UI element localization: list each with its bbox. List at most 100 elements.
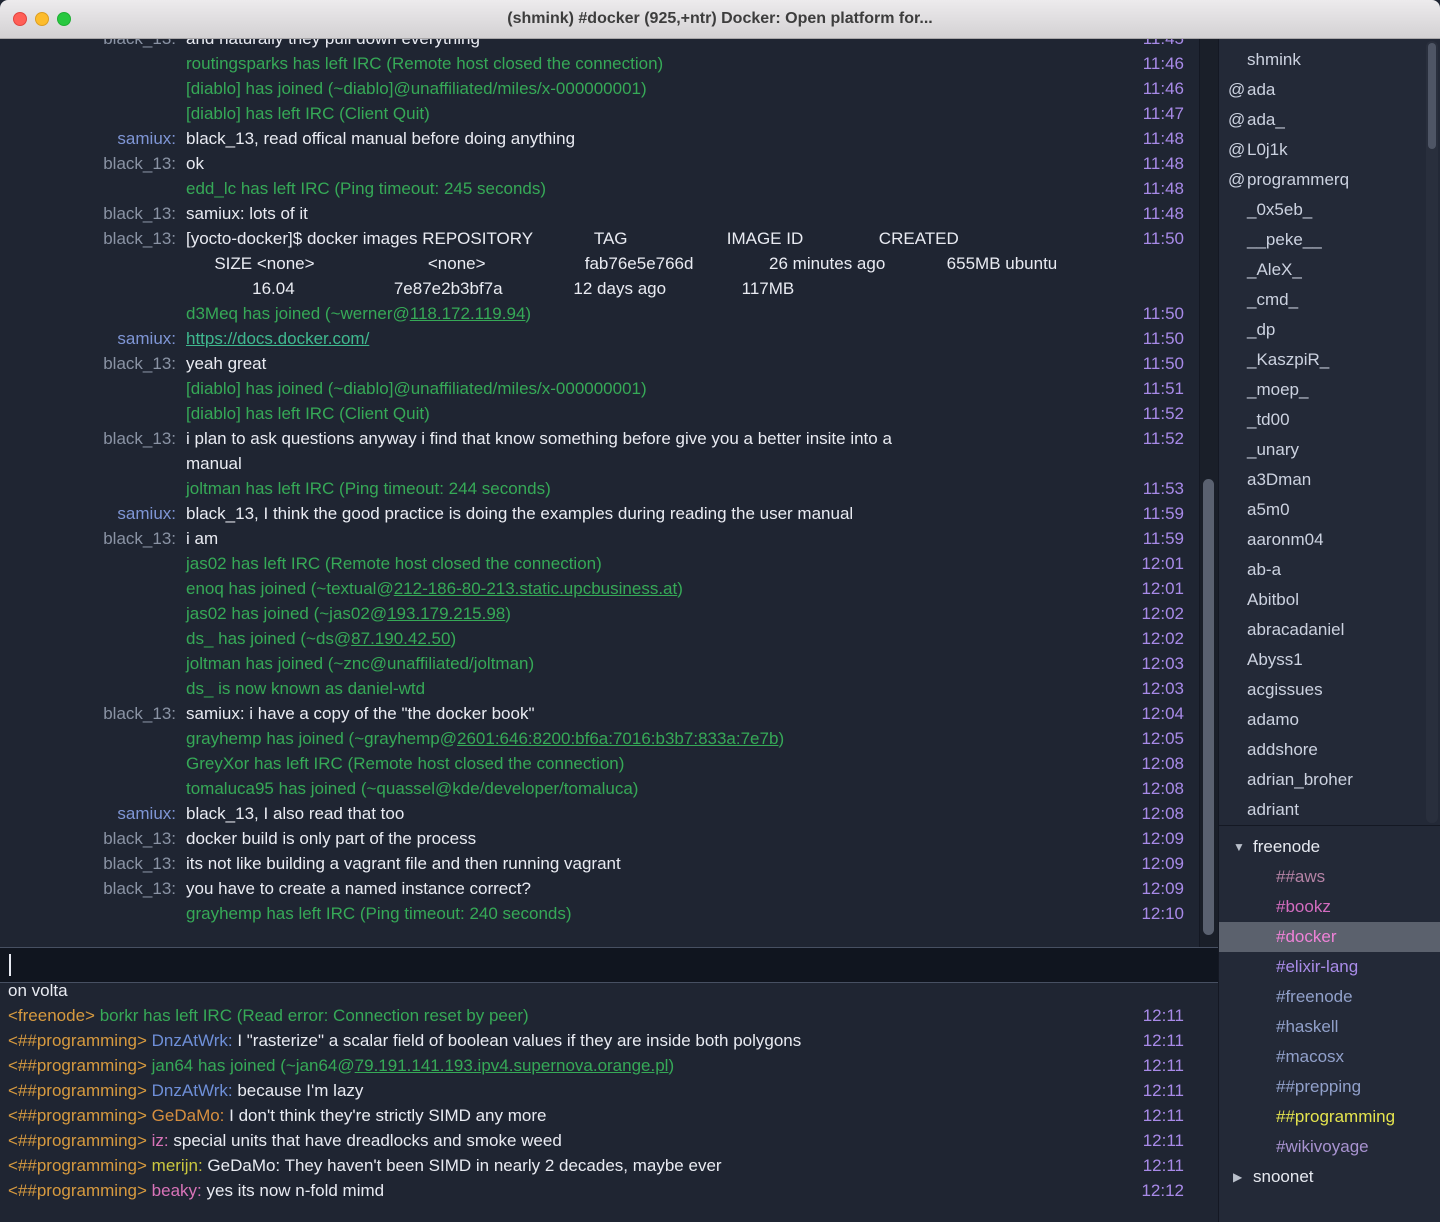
chat-log[interactable]: black_13:and naturally they pull down ev… [0, 39, 1218, 947]
minimize-button[interactable] [35, 12, 49, 26]
chat-nick[interactable]: black_13: [0, 701, 186, 726]
chat-nick[interactable]: samiux: [0, 801, 186, 826]
nick-list-item[interactable]: _KaszpiR_ [1219, 345, 1440, 375]
window-titlebar[interactable]: (shmink) #docker (925,+ntr) Docker: Open… [0, 0, 1440, 39]
text-segment: and naturally they pull down everything [186, 39, 480, 48]
channel-item-aws[interactable]: ##aws [1219, 862, 1440, 892]
link[interactable]: 87.190.42.50 [351, 629, 450, 648]
chat-text: [diablo] has left IRC (Client Quit) [186, 101, 1128, 126]
nick-list-item[interactable]: _td00 [1219, 405, 1440, 435]
nick-list-item[interactable]: aaronm04 [1219, 525, 1440, 555]
channel-item-macosx[interactable]: #macosx [1219, 1042, 1440, 1072]
chat-nick[interactable]: black_13: [0, 876, 186, 901]
nick-list-item[interactable]: adrian_broher [1219, 765, 1440, 795]
chat-nick[interactable]: black_13: [0, 826, 186, 851]
channel-item-elixir-lang[interactable]: #elixir-lang [1219, 952, 1440, 982]
console-nick[interactable]: DnzAtWrk: [152, 1031, 233, 1050]
chat-nick[interactable]: black_13: [0, 39, 186, 51]
nick-list-item[interactable]: Abitbol [1219, 585, 1440, 615]
channel-prefix[interactable]: <##programming> [8, 1031, 147, 1050]
chat-nick[interactable]: black_13: [0, 426, 186, 451]
channel-prefix[interactable]: <##programming> [8, 1056, 147, 1075]
link[interactable]: 212-186-80-213.static.upcbusiness.at [394, 579, 678, 598]
chat-text: [diablo] has joined (~diablo]@unaffiliat… [186, 76, 1128, 101]
chat-scrollbar[interactable] [1199, 39, 1218, 947]
nick-list-item[interactable]: Abyss1 [1219, 645, 1440, 675]
nick-list-item[interactable]: a3Dman [1219, 465, 1440, 495]
chat-nick[interactable]: black_13: [0, 351, 186, 376]
nick-list[interactable]: shmink@ada@ada_@L0j1k@programmerq_0x5eb_… [1219, 39, 1440, 825]
nick-list-item[interactable]: _dp [1219, 315, 1440, 345]
nick-list-item[interactable]: @ada [1219, 75, 1440, 105]
nick-name: ab-a [1247, 555, 1281, 585]
text-segment: grayhemp has joined (~grayhemp@ [186, 729, 457, 748]
chat-text: its not like building a vagrant file and… [186, 851, 1128, 876]
server-item-snoonet[interactable]: ▶snoonet [1219, 1162, 1440, 1192]
nick-list-item[interactable]: ab-a [1219, 555, 1440, 585]
channel-item-bookz[interactable]: #bookz [1219, 892, 1440, 922]
nick-list-item[interactable]: _moep_ [1219, 375, 1440, 405]
chat-nick[interactable]: black_13: [0, 526, 186, 551]
zoom-button[interactable] [57, 12, 71, 26]
channel-item-haskell[interactable]: #haskell [1219, 1012, 1440, 1042]
channel-prefix[interactable]: <##programming> [8, 1156, 147, 1175]
chat-nick[interactable]: samiux: [0, 501, 186, 526]
tree-label: #docker [1276, 922, 1336, 952]
channel-prefix[interactable]: <##programming> [8, 1081, 147, 1100]
link[interactable]: 2601:646:8200:bf6a:7016:b3b7:833a:7e7b [457, 729, 778, 748]
link[interactable]: 118.172.119.94 [410, 304, 526, 323]
nick-list-item[interactable]: @programmerq [1219, 165, 1440, 195]
chat-nick[interactable]: black_13: [0, 226, 186, 251]
console-log[interactable]: on volta<freenode> borkr has left IRC (R… [0, 983, 1218, 1222]
op-badge [1219, 645, 1247, 675]
nick-list-item[interactable]: acgissues [1219, 675, 1440, 705]
nick-list-item[interactable]: _0x5eb_ [1219, 195, 1440, 225]
chat-event-row: ds_ is now known as daniel-wtd12:03 [0, 676, 1184, 701]
chat-nick[interactable]: black_13: [0, 201, 186, 226]
link[interactable]: https://docs.docker.com/ [186, 329, 369, 348]
nick-list-item[interactable]: _AleX_ [1219, 255, 1440, 285]
channel-tree[interactable]: ▼freenode##aws#bookz#docker#elixir-lang#… [1219, 825, 1440, 1222]
nick-list-item[interactable]: @L0j1k [1219, 135, 1440, 165]
chat-text: [diablo] has joined (~diablo]@unaffiliat… [186, 376, 1128, 401]
chat-nick[interactable]: samiux: [0, 326, 186, 351]
channel-item-wikivoyage[interactable]: #wikivoyage [1219, 1132, 1440, 1162]
chat-nick[interactable]: samiux: [0, 126, 186, 151]
expand-arrow-icon[interactable]: ▶ [1233, 1162, 1253, 1192]
channel-item-prepping[interactable]: ##prepping [1219, 1072, 1440, 1102]
server-item-freenode[interactable]: ▼freenode [1219, 832, 1440, 862]
nick-list-item[interactable]: shmink [1219, 45, 1440, 75]
channel-item-programming[interactable]: ##programming [1219, 1102, 1440, 1132]
nick-list-item[interactable]: addshore [1219, 735, 1440, 765]
channel-prefix[interactable]: <##programming> [8, 1131, 147, 1150]
close-button[interactable] [13, 12, 27, 26]
console-nick[interactable]: DnzAtWrk: [152, 1081, 233, 1100]
nick-list-item[interactable]: @ada_ [1219, 105, 1440, 135]
channel-item-freenode[interactable]: #freenode [1219, 982, 1440, 1012]
console-nick[interactable]: merijn: [152, 1156, 203, 1175]
nick-list-item[interactable]: a5m0 [1219, 495, 1440, 525]
channel-prefix[interactable]: <##programming> [8, 1106, 147, 1125]
link[interactable]: 193.179.215.98 [387, 604, 505, 623]
nick-list-item[interactable]: adamo [1219, 705, 1440, 735]
nick-list-item[interactable]: _unary [1219, 435, 1440, 465]
text-segment: [diablo] has joined (~diablo]@unaffiliat… [186, 379, 647, 398]
console-row: <##programming> iz: special units that h… [8, 1128, 1184, 1153]
console-nick[interactable]: iz: [152, 1131, 169, 1150]
chat-nick[interactable]: black_13: [0, 151, 186, 176]
nick-list-item[interactable]: _cmd_ [1219, 285, 1440, 315]
console-nick[interactable]: beaky: [152, 1181, 202, 1200]
channel-prefix[interactable]: <freenode> [8, 1006, 95, 1025]
nick-list-item[interactable]: abracadaniel [1219, 615, 1440, 645]
collapse-arrow-icon[interactable]: ▼ [1233, 832, 1253, 862]
chat-scrollbar-thumb[interactable] [1203, 479, 1214, 935]
nick-list-item[interactable]: adriant [1219, 795, 1440, 825]
link[interactable]: 79.191.141.193.ipv4.supernova.orange.pl [355, 1056, 669, 1075]
channel-item-docker[interactable]: #docker [1219, 922, 1440, 952]
chat-nick[interactable]: black_13: [0, 851, 186, 876]
console-nick[interactable]: GeDaMo: [152, 1106, 225, 1125]
nick-list-item[interactable]: __peke__ [1219, 225, 1440, 255]
nick-list-scrollbar-thumb[interactable] [1428, 43, 1436, 149]
channel-prefix[interactable]: <##programming> [8, 1181, 147, 1200]
nick-list-scrollbar[interactable] [1426, 41, 1438, 823]
